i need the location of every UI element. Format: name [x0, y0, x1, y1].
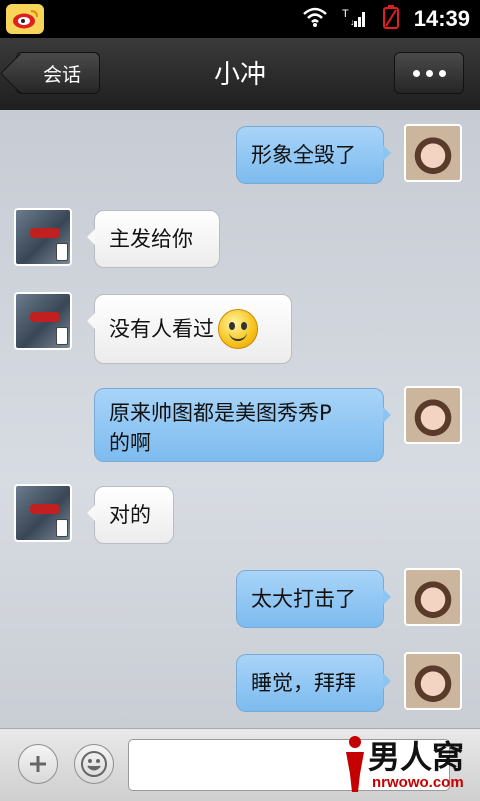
message-bubble-received[interactable]: 主发给你	[87, 210, 220, 268]
more-button[interactable]	[394, 52, 464, 94]
message-bubble-sent[interactable]: 形象全毁了	[236, 126, 391, 184]
message-bubble-received[interactable]: 没有人看过	[87, 294, 292, 364]
input-bar	[0, 728, 480, 801]
emoji-icon	[81, 751, 107, 777]
message-input-box[interactable]	[128, 739, 450, 791]
back-button-label: 会话	[42, 63, 81, 86]
status-bar: T ↓ 14:39	[0, 0, 480, 38]
chat-header: 会话 小冲	[0, 38, 480, 111]
message-text: 原来帅图都是美图秀秀P的啊	[109, 401, 332, 455]
message-bubble-sent[interactable]: 原来帅图都是美图秀秀P的啊	[94, 388, 391, 462]
message-input[interactable]	[129, 740, 449, 790]
svg-text:↓: ↓	[350, 17, 355, 27]
message-text: 睡觉，拜拜	[251, 671, 356, 695]
my-avatar[interactable]	[404, 124, 462, 182]
message-text: 太大打击了	[251, 587, 356, 611]
message-text: 主发给你	[109, 227, 193, 251]
message-bubble-sent[interactable]: 睡觉，拜拜	[236, 654, 391, 712]
wifi-icon	[302, 6, 328, 32]
message-text: 形象全毁了	[251, 143, 356, 167]
my-avatar[interactable]	[404, 652, 462, 710]
add-button[interactable]	[18, 744, 58, 784]
message-list[interactable]: 形象全毁了 主发给你 没有人看过 原来帅图都是美图秀秀P的啊 对的 太大打击了 …	[0, 110, 480, 728]
weibo-icon[interactable]	[6, 4, 44, 34]
plus-icon	[30, 756, 46, 772]
message-bubble-received[interactable]: 对的	[87, 486, 174, 544]
my-avatar[interactable]	[404, 568, 462, 626]
contact-avatar[interactable]	[14, 484, 72, 542]
message-text: 对的	[109, 503, 151, 527]
status-time: 14:39	[413, 6, 470, 31]
emoji-button[interactable]	[74, 744, 114, 784]
contact-avatar[interactable]	[14, 292, 72, 350]
smile-emoji-icon	[218, 309, 258, 349]
battery-icon	[382, 4, 400, 34]
more-dots-icon	[412, 69, 420, 77]
svg-text:T: T	[342, 8, 349, 20]
message-text: 没有人看过	[109, 317, 214, 341]
contact-avatar[interactable]	[14, 208, 72, 266]
message-bubble-sent[interactable]: 太大打击了	[236, 570, 391, 628]
my-avatar[interactable]	[404, 386, 462, 444]
signal-icon: T ↓	[342, 5, 368, 33]
